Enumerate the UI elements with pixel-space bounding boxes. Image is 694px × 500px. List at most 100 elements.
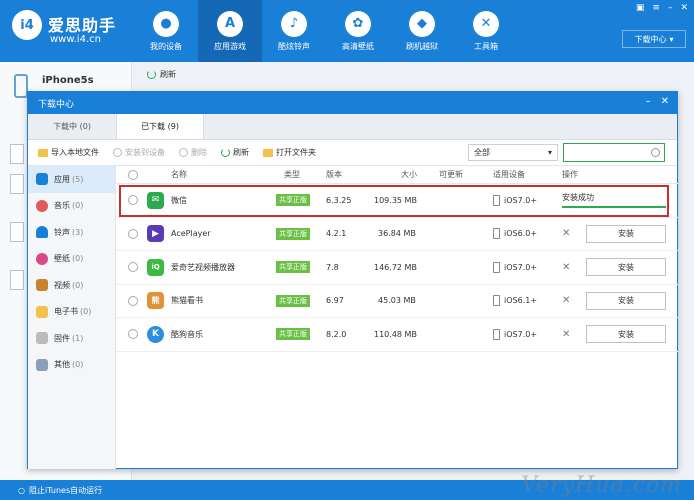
col-version[interactable]: 版本 xyxy=(326,166,342,183)
open-folder-button[interactable]: 打开文件夹 xyxy=(263,147,316,158)
col-device[interactable]: 适用设备 xyxy=(493,166,525,183)
delete-button[interactable]: 删除 xyxy=(179,147,207,158)
tools-icon: ✕ xyxy=(473,10,499,37)
download-center-button[interactable]: 下载中心 ▾ xyxy=(622,30,686,48)
nav-wallpapers[interactable]: ✿ 高清壁纸 xyxy=(326,0,390,62)
install-button[interactable]: 安装 xyxy=(586,291,666,310)
sidebar-item-count: (0) xyxy=(72,280,84,290)
device-menu-item[interactable] xyxy=(10,222,24,242)
device-icon xyxy=(493,194,500,206)
col-action: 操作 xyxy=(562,170,578,179)
nav-label: 高清壁纸 xyxy=(342,41,374,51)
nav-ringtones[interactable]: ♪ 酷炫铃声 xyxy=(262,0,326,62)
menu-icon[interactable]: ≡ xyxy=(652,3,660,13)
sidebar-item-label: 应用 xyxy=(54,174,70,184)
sidebar-item-videos[interactable]: 视频 (0) xyxy=(28,272,115,299)
sidebar-item-label: 铃声 xyxy=(54,227,70,237)
device-icon xyxy=(493,295,500,307)
close-icon[interactable]: ✕ xyxy=(562,329,570,340)
table-row[interactable]: ✉ 微信 共享正版 6.3.25 109.35 MB iOS7.0+ 安装成功 xyxy=(116,184,678,218)
bg-refresh-button[interactable]: 刷新 xyxy=(147,69,176,80)
table-row[interactable]: K 酷狗音乐 共享正版 8.2.0 110.48 MB iOS7.0+ ✕ 安装 xyxy=(116,318,678,352)
select-all-checkbox[interactable] xyxy=(128,169,138,180)
bg-refresh-label: 刷新 xyxy=(160,70,176,79)
close-icon[interactable]: ✕ xyxy=(562,228,570,239)
app-device: iOS6.0+ xyxy=(504,229,538,239)
sidebar-item-count: (5) xyxy=(72,174,84,184)
close-icon[interactable]: ✕ xyxy=(562,295,570,306)
col-size[interactable]: 大小 xyxy=(401,166,417,183)
folder-icon xyxy=(263,148,273,157)
app-name: 熊猫看书 xyxy=(171,296,203,306)
app-size: 109.35 MB xyxy=(374,195,417,205)
sidebar-item-count: (0) xyxy=(72,201,84,211)
col-name[interactable]: 名称 xyxy=(171,166,187,183)
app-store-icon: A xyxy=(217,10,243,37)
app-size: 146.72 MB xyxy=(374,262,417,272)
downloaded-table: 名称 类型 版本 大小 可更新 适用设备 操作 ✉ 微信 共享正版 6.3.25… xyxy=(116,166,678,469)
chevron-down-icon: ▾ xyxy=(547,148,552,157)
device-menu-item[interactable] xyxy=(10,144,24,164)
device-icon xyxy=(493,261,500,273)
col-updatable[interactable]: 可更新 xyxy=(439,166,463,183)
sidebar-item-label: 固件 xyxy=(54,333,70,343)
iqiyi-icon: iQ xyxy=(147,258,164,276)
install-button[interactable]: 安装 xyxy=(586,325,666,344)
sidebar-item-ebooks[interactable]: 电子书 (0) xyxy=(28,299,115,326)
block-itunes-link[interactable]: 阻止iTunes自动运行 xyxy=(29,485,102,496)
row-checkbox[interactable] xyxy=(128,228,138,239)
bell-icon xyxy=(36,226,48,239)
sidebar-item-count: (0) xyxy=(72,254,84,264)
sidebar-item-other[interactable]: 其他 (0) xyxy=(28,352,115,379)
filter-select[interactable]: 全部 ▾ xyxy=(468,144,558,161)
sidebar-item-firmware[interactable]: 固件 (1) xyxy=(28,325,115,352)
brand-url: www.i4.cn xyxy=(50,34,101,45)
minimize-icon[interactable]: – xyxy=(646,96,651,107)
tab-downloaded[interactable]: 已下载 (9) xyxy=(116,114,204,139)
delete-label: 删除 xyxy=(191,148,207,157)
import-local-file-button[interactable]: 导入本地文件 xyxy=(38,147,99,158)
sidebar-item-wallpapers[interactable]: 壁纸 (0) xyxy=(28,246,115,273)
minimize-icon[interactable]: – xyxy=(668,3,673,13)
open-folder-label: 打开文件夹 xyxy=(276,148,316,157)
app-version: 6.97 xyxy=(326,296,344,306)
close-icon[interactable]: ✕ xyxy=(562,262,570,273)
other-icon xyxy=(36,358,48,371)
tab-downloading[interactable]: 下载中 (0) xyxy=(28,114,116,139)
nav-toolbox[interactable]: ✕ 工具箱 xyxy=(454,0,518,62)
skin-icon[interactable]: ▣ xyxy=(636,3,645,13)
sidebar-item-ringtones[interactable]: 铃声 (3) xyxy=(28,219,115,246)
install-to-device-button[interactable]: 安装到设备 xyxy=(113,147,165,158)
sidebar-item-label: 音乐 xyxy=(54,201,70,211)
device-name: iPhone5s xyxy=(42,75,94,86)
table-row[interactable]: iQ 爱奇艺视频播放器 共享正版 7.8 146.72 MB iOS7.0+ ✕… xyxy=(116,251,678,285)
dialog-controls: – ✕ xyxy=(646,96,669,107)
nav-my-device[interactable]: ● 我的设备 xyxy=(134,0,198,62)
sidebar-item-apps[interactable]: 应用 (5) xyxy=(28,166,115,193)
nav-flash-jailbreak[interactable]: ◆ 刷机越狱 xyxy=(390,0,454,62)
row-checkbox[interactable] xyxy=(128,262,138,273)
sidebar-item-music[interactable]: 音乐 (0) xyxy=(28,193,115,220)
nav-label: 我的设备 xyxy=(150,41,182,51)
install-button[interactable]: 安装 xyxy=(586,224,666,243)
col-type[interactable]: 类型 xyxy=(284,166,300,183)
refresh-button[interactable]: 刷新 xyxy=(221,147,249,158)
sidebar-item-label: 视频 xyxy=(54,280,70,290)
table-row[interactable]: 熊 熊猫看书 共享正版 6.97 45.03 MB iOS6.1+ ✕ 安装 xyxy=(116,285,678,318)
search-icon[interactable] xyxy=(651,148,660,157)
row-checkbox[interactable] xyxy=(128,329,138,340)
row-checkbox[interactable] xyxy=(128,295,138,306)
app-version: 7.8 xyxy=(326,262,339,272)
row-checkbox[interactable] xyxy=(128,195,138,206)
app-device: iOS7.0+ xyxy=(504,195,538,205)
dialog-title: 下载中心 xyxy=(38,99,75,110)
table-row[interactable]: ▶ AcePlayer 共享正版 4.2.1 36.84 MB iOS6.0+ … xyxy=(116,218,678,251)
close-icon[interactable]: ✕ xyxy=(661,96,669,107)
device-menu-item[interactable] xyxy=(10,270,24,290)
device-menu-item[interactable] xyxy=(10,174,24,194)
nav-apps-games[interactable]: A 应用游戏 xyxy=(198,0,262,62)
install-button[interactable]: 安装 xyxy=(586,258,666,277)
ebook-icon xyxy=(36,305,48,318)
close-icon[interactable]: ✕ xyxy=(680,3,688,13)
search-input[interactable] xyxy=(563,143,665,162)
